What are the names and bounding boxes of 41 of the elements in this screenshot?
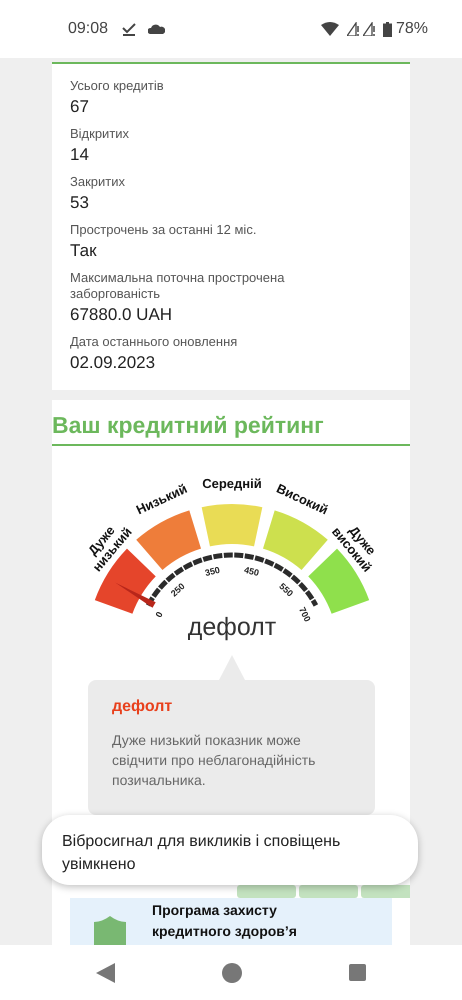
tick-label: 350 — [204, 564, 221, 578]
tile[interactable] — [361, 885, 410, 898]
field-label: Максимальна поточна прострочена заборгованість — [70, 270, 286, 302]
clock-time: 09:08 — [68, 20, 108, 38]
toast-text: Вібросигнал для викликів і сповіщень увімкнено — [62, 833, 340, 873]
field-value: 67880.0 UAH — [70, 304, 174, 326]
band-label: Середній — [202, 476, 262, 491]
home-icon[interactable] — [222, 962, 242, 982]
field-label: Дата останнього оновлення — [70, 334, 238, 350]
tooltip-title: дефолт — [112, 698, 174, 716]
tick-label: 700 — [297, 606, 313, 624]
tick-label: 550 — [277, 581, 296, 599]
field-value: 53 — [70, 192, 90, 214]
field-value: Так — [70, 240, 98, 262]
field-value: 67 — [70, 96, 90, 118]
field-label: Закритих — [70, 174, 126, 190]
recents-icon[interactable] — [349, 964, 366, 981]
back-icon[interactable] — [96, 962, 115, 982]
field-label: Прострочень за останні 12 міс. — [70, 222, 258, 238]
tick-label: 0 — [154, 610, 165, 619]
battery-icon — [382, 22, 392, 36]
cloud-icon — [148, 24, 166, 34]
battery-percent: 78% — [396, 20, 428, 38]
program-title: Програма захисту кредитного здоров’я — [152, 901, 298, 941]
field-label: Усього кредитів — [70, 78, 165, 94]
wifi-icon — [320, 22, 339, 36]
field-value: 02.09.2023 — [70, 352, 156, 374]
field-label: Відкритих — [70, 126, 130, 142]
gauge-needle — [115, 582, 156, 608]
tick-label: 250 — [168, 581, 187, 599]
tile[interactable] — [299, 885, 358, 898]
tooltip-text: Дуже низький показник може свідчити про неблагонадійність позичальника. — [112, 731, 316, 790]
tick-label: 450 — [243, 564, 260, 578]
program-card[interactable]: Програма захисту кредитного здоров’я — [70, 898, 392, 945]
score-label: дефолт — [188, 613, 276, 641]
section-title: Ваш кредитний рейтинг — [52, 410, 410, 446]
tile[interactable] — [237, 885, 296, 898]
signal-icon — [346, 22, 360, 36]
field-value: 14 — [70, 144, 90, 166]
signal-icon — [362, 22, 376, 36]
checkmark-icon — [122, 22, 136, 36]
